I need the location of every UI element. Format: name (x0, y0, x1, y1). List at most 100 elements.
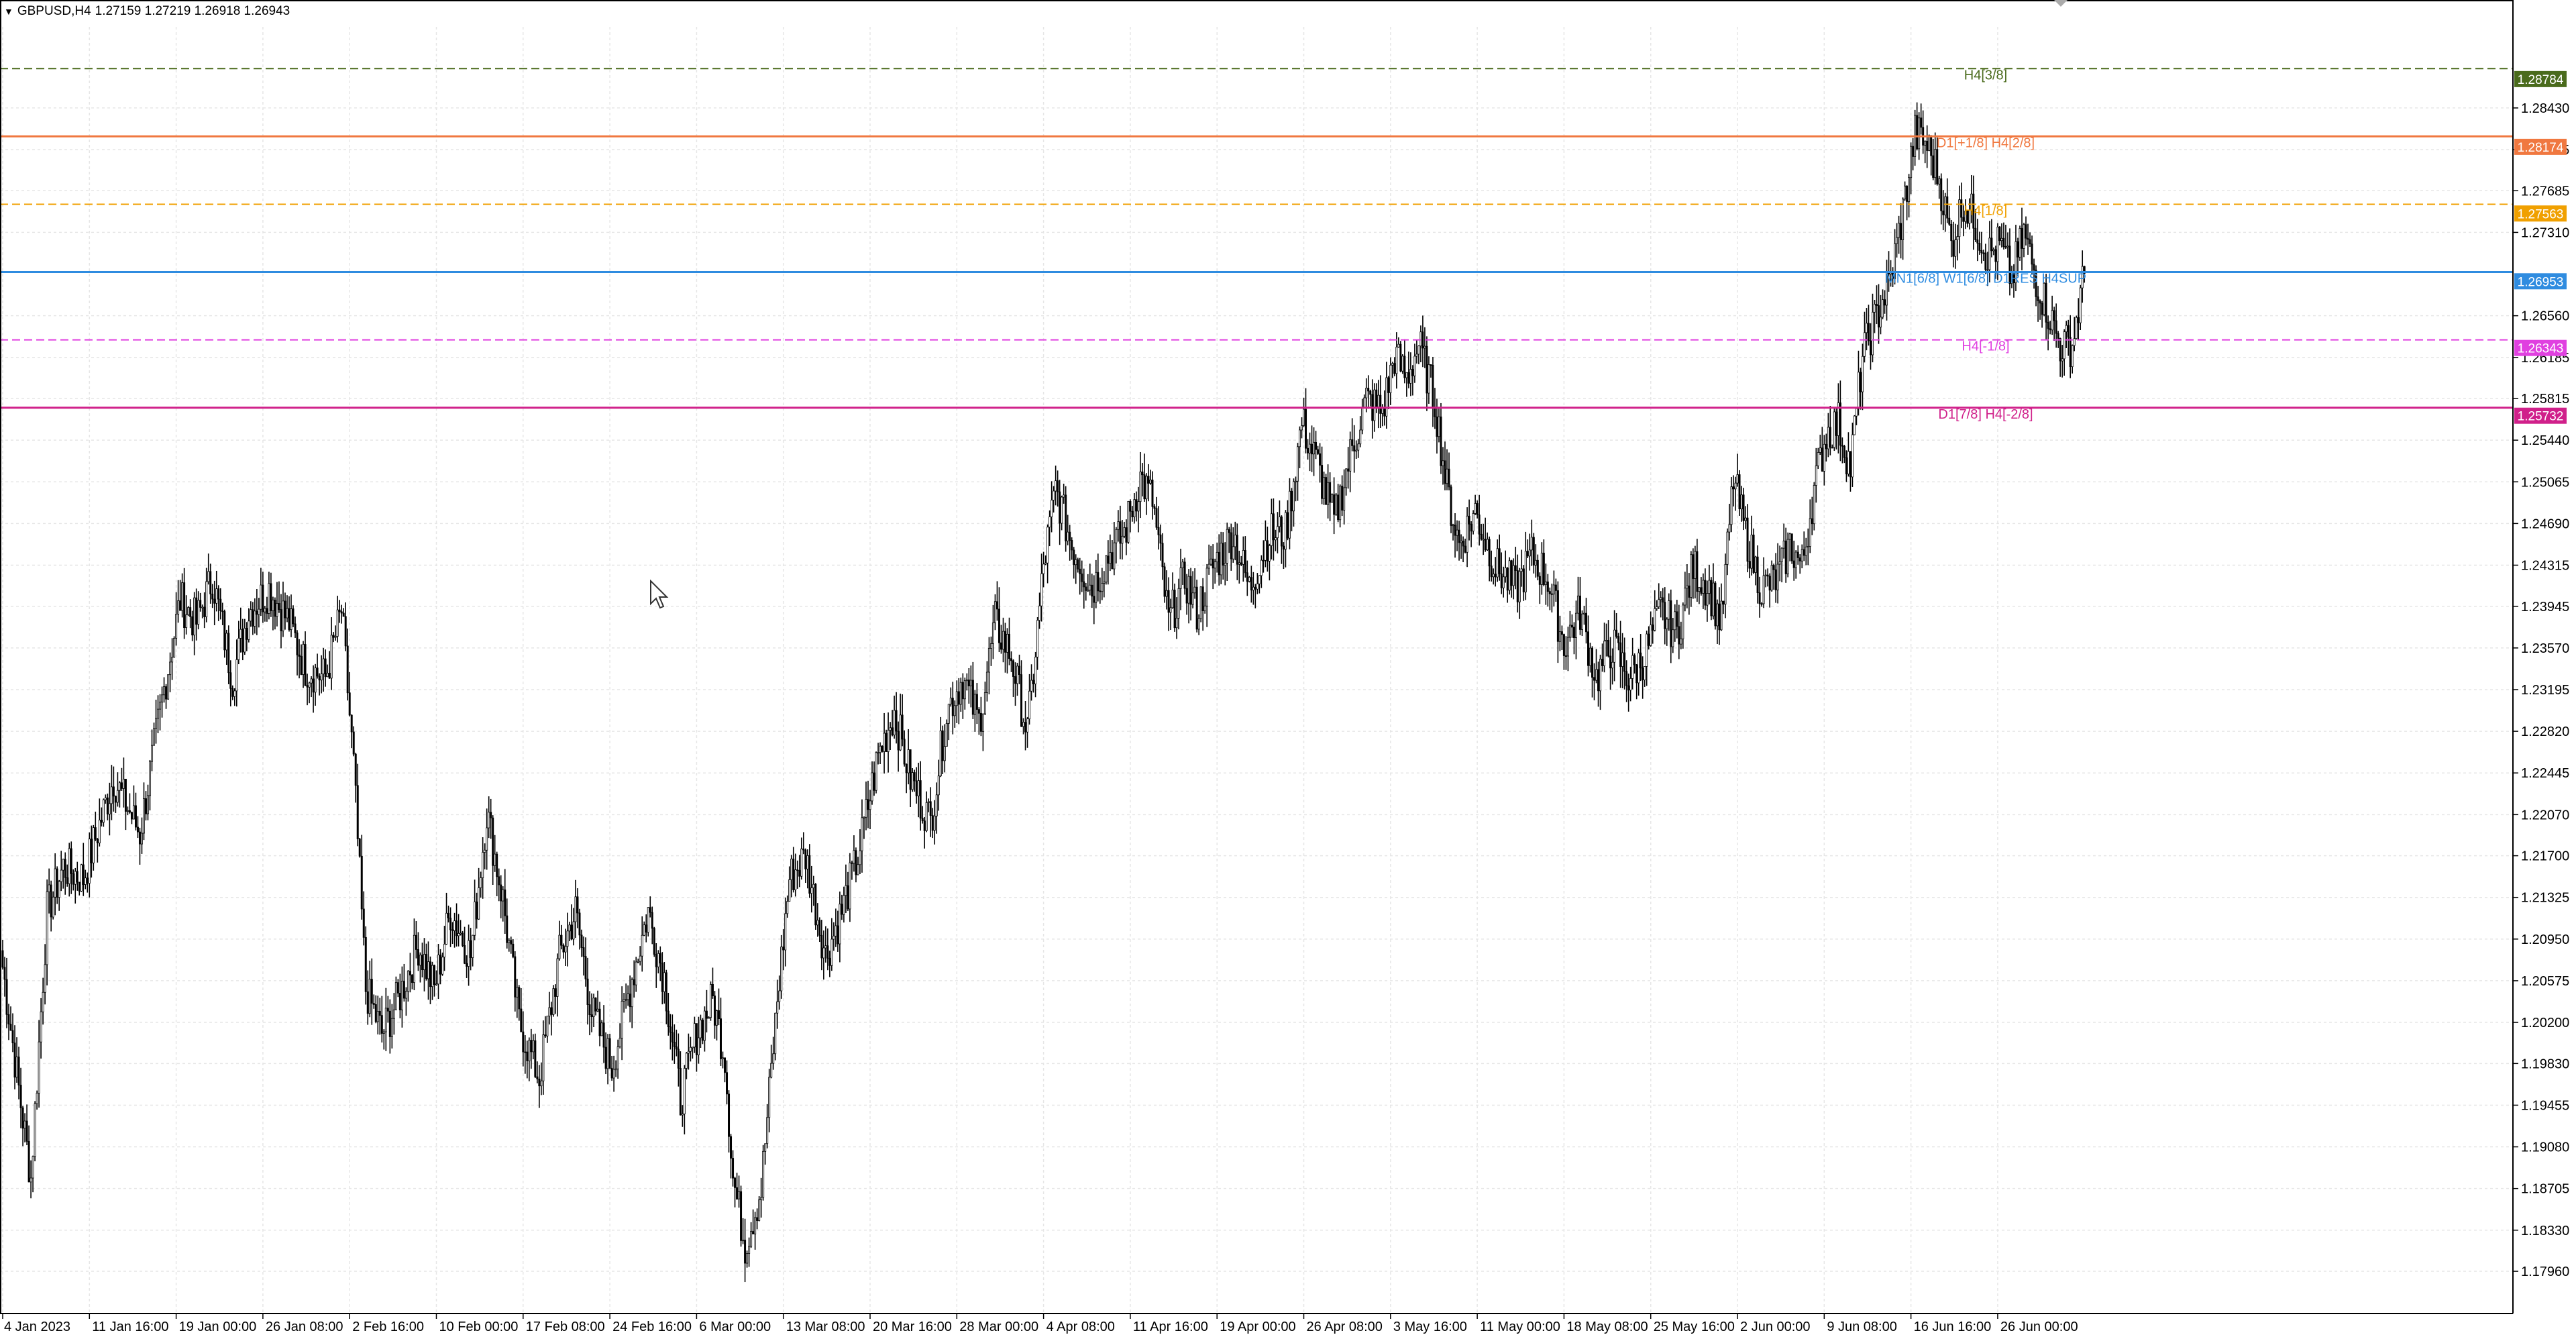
candle-body (1502, 576, 1505, 588)
candle-body (1841, 445, 1843, 447)
candle (610, 1055, 613, 1081)
candle-body (1778, 561, 1781, 565)
candle (324, 649, 327, 687)
candle (1528, 533, 1531, 571)
candle-body (909, 749, 912, 790)
candle-body (1708, 580, 1711, 594)
candle-body (1183, 561, 1186, 589)
candle-body (1095, 572, 1097, 603)
level-label: H4[1/8] (1964, 204, 2007, 219)
x-tick-label: 10 Feb 00:00 (439, 1320, 519, 1334)
candle-body (326, 672, 329, 678)
candle (1201, 578, 1204, 631)
candle-body (975, 694, 978, 710)
candle-body (1359, 429, 1362, 445)
candle-body (1373, 389, 1376, 421)
price-tag-label: 1.26343 (2518, 342, 2564, 356)
candle-body (1159, 534, 1162, 544)
candle (1807, 528, 1809, 566)
candle-body (931, 815, 934, 831)
candle (941, 725, 944, 775)
candle-body (671, 1032, 674, 1042)
candle-body (981, 713, 984, 732)
candle (1153, 504, 1156, 515)
candle (1387, 376, 1390, 409)
candle-body (1912, 146, 1915, 157)
candle (302, 641, 305, 688)
price-tag-label: 1.28784 (2518, 73, 2564, 87)
candle (362, 891, 365, 946)
candle (1544, 564, 1547, 605)
candle-body (778, 990, 781, 1002)
chart-window[interactable]: H4[3/8] D1[+1/8] H4[2/8] H4[1/8] MN1[6/8] W… (0, 0, 2576, 1339)
candle-body (1730, 486, 1733, 525)
candle (225, 629, 228, 665)
price-chart[interactable]: H4[3/8]D1[+1/8] H4[2/8]H4[1/8]MN1[6/8] W… (0, 0, 2576, 1339)
candle-body (1393, 363, 1396, 374)
candle (1922, 110, 1925, 154)
candle (175, 592, 178, 646)
candle-body (758, 1199, 761, 1221)
candle (979, 696, 982, 737)
candle (1627, 674, 1630, 712)
candle (455, 903, 458, 947)
x-tick-label: 20 Mar 16:00 (873, 1320, 952, 1334)
candle (1119, 505, 1122, 559)
candle-body (1992, 249, 1995, 252)
candle-body (1839, 403, 1841, 446)
candle (30, 1160, 32, 1199)
candle-body (681, 1114, 684, 1116)
candle-body (1625, 671, 1628, 686)
candle-body (939, 730, 942, 777)
candle (784, 898, 787, 967)
candle (229, 660, 232, 707)
candle (891, 710, 894, 737)
candle-body (490, 812, 492, 818)
candle-body (1898, 223, 1900, 238)
candle-body (1385, 377, 1388, 417)
candle-body (1294, 480, 1297, 482)
candle-body (1738, 474, 1741, 510)
candle (1546, 574, 1549, 607)
candle-body (669, 1026, 672, 1033)
candle (629, 975, 631, 1022)
candle (2002, 222, 2005, 250)
candle (837, 910, 839, 952)
candle (7, 1004, 10, 1040)
y-tick-label: 1.22070 (2521, 808, 2569, 822)
candle (1912, 138, 1915, 170)
candle (798, 855, 801, 888)
candle-body (1053, 490, 1055, 500)
candle (173, 636, 176, 658)
candle-body (5, 979, 8, 1015)
candle (625, 983, 627, 1009)
candle (1073, 547, 1075, 579)
candle (1990, 219, 1993, 258)
candle-body (895, 710, 898, 732)
candle-body (760, 1197, 763, 1201)
candle-body (1347, 468, 1350, 472)
x-tick-label: 17 Feb 08:00 (526, 1320, 605, 1334)
candle (1327, 464, 1330, 519)
candle (1942, 190, 1945, 231)
x-tick-label: 11 Apr 16:00 (1133, 1320, 1208, 1334)
candle-body (1428, 364, 1430, 394)
triangle-down-icon[interactable]: ▼ (4, 6, 13, 17)
candle (1181, 558, 1184, 585)
candle-body (1484, 539, 1487, 551)
candle-body (1456, 529, 1458, 536)
candle-body (1369, 390, 1372, 395)
candle (1222, 532, 1224, 580)
candle-body (756, 1217, 759, 1221)
candle (1474, 494, 1477, 515)
candle (2019, 225, 2021, 261)
candle-body (859, 850, 861, 865)
candle-body (1542, 552, 1545, 585)
candle (282, 582, 284, 637)
candle-body (278, 603, 280, 610)
candle-body (207, 571, 210, 582)
candle-body (1805, 546, 1807, 556)
candle (1313, 427, 1316, 476)
candle (1010, 651, 1013, 672)
chart-shift-marker[interactable] (2054, 0, 2068, 7)
